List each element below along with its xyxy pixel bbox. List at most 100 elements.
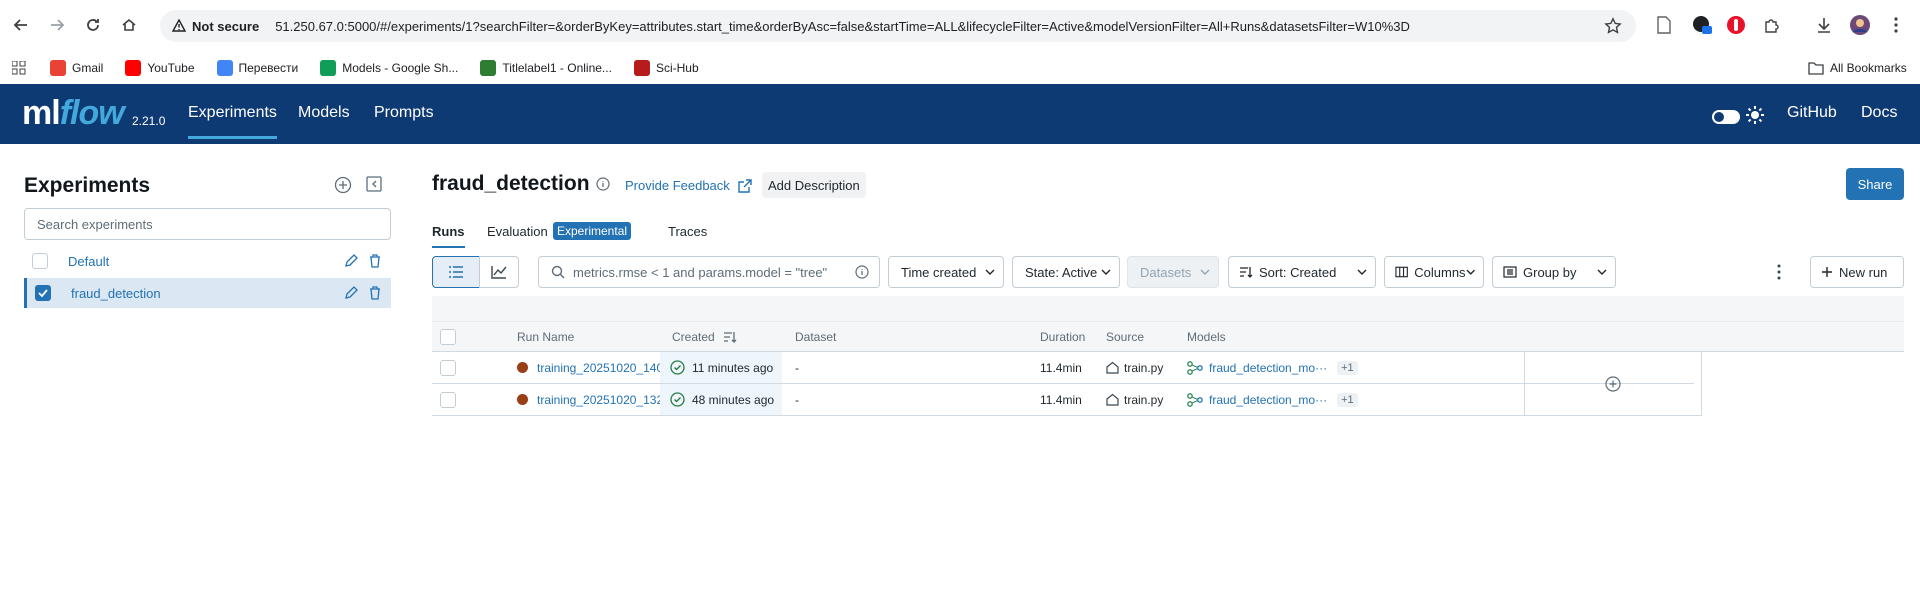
new-run-button[interactable]: New run [1810,256,1904,288]
security-indicator[interactable]: Not secure [172,19,259,34]
nav-docs[interactable]: Docs [1861,104,1897,122]
theme-toggle[interactable] [1712,110,1740,124]
experiment-item-fraud-detection[interactable]: fraud_detection [24,278,391,308]
line-chart-icon [491,266,507,279]
source-cell[interactable]: train.py [1106,384,1163,415]
col-duration[interactable]: Duration [1040,322,1085,352]
nav-prompts[interactable]: Prompts [374,104,434,122]
columns-dropdown[interactable]: Columns [1384,256,1484,288]
experiment-name[interactable]: Default [68,254,343,269]
download-icon[interactable] [1812,13,1836,37]
more-models-badge[interactable]: +1 [1337,360,1358,375]
row-checkbox-cell [440,384,456,415]
collapse-sidebar-icon[interactable] [366,176,386,196]
trash-icon[interactable] [367,253,383,269]
chart-view-button[interactable] [479,256,519,288]
home-icon [1106,361,1119,374]
home-icon[interactable] [116,12,142,38]
time-created-dropdown[interactable]: Time created [888,256,1004,288]
forward-icon[interactable] [44,12,70,38]
run-name-link[interactable]: training_20251020_1329 [537,393,670,407]
add-description-button[interactable]: Add Description [762,172,866,198]
logo-flow: flow [59,94,125,132]
col-created[interactable]: Created [672,322,737,352]
bookmark-item[interactable]: Titlelabel1 - Online... [480,60,612,76]
group-by-label: Group by [1523,264,1577,280]
col-source[interactable]: Source [1106,322,1144,352]
nav-models[interactable]: Models [298,104,350,122]
chevron-down-icon [985,269,995,275]
runs-search-box[interactable] [538,256,880,288]
trash-icon[interactable] [367,285,383,301]
sun-icon[interactable] [1746,106,1764,124]
row-checkbox[interactable] [440,359,456,376]
experiment-item-default[interactable]: Default [24,246,391,276]
tab-evaluation[interactable]: Evaluation [487,224,548,239]
tab-traces[interactable]: Traces [668,224,707,239]
back-icon[interactable] [8,12,34,38]
info-icon[interactable] [855,265,869,279]
created-value: 11 minutes ago [692,360,774,375]
profile-avatar[interactable] [1848,13,1872,37]
all-bookmarks-folder[interactable]: All Bookmarks [1808,61,1907,75]
model-link[interactable]: fraud_detection_mo··· [1209,393,1327,407]
new-run-label: New run [1839,264,1888,280]
col-models[interactable]: Models [1187,322,1226,352]
menu-dots-icon[interactable] [1884,13,1908,37]
bookmark-item[interactable]: Gmail [50,60,103,76]
list-view-button[interactable] [432,256,480,288]
run-name-link[interactable]: training_20251020_1404 [537,361,670,375]
experiment-checkbox[interactable] [32,253,48,269]
datasets-dropdown[interactable]: Datasets [1127,256,1219,288]
more-options-icon[interactable] [1777,264,1781,280]
header-checkbox[interactable] [440,329,456,345]
edit-icon[interactable] [343,285,359,301]
table-row[interactable]: training_20251020_1404 11 minutes ago - … [432,352,1694,384]
model-link[interactable]: fraud_detection_mo··· [1209,361,1327,375]
run-color-dot[interactable] [517,394,528,405]
bookmark-item[interactable]: Models - Google Sh... [320,60,458,76]
apps-grid-icon[interactable] [12,61,26,75]
reload-icon[interactable] [80,12,106,38]
edit-icon[interactable] [343,253,359,269]
table-row[interactable]: training_20251020_1329 48 minutes ago - … [432,384,1694,416]
runs-search-input[interactable] [573,264,853,280]
address-bar[interactable]: Not secure 51.250.67.0:5000/#/experiment… [160,10,1636,42]
bookmark-label: Models - Google Sh... [342,61,459,75]
experiment-checkbox[interactable] [35,285,51,301]
state-dropdown[interactable]: State: Active [1012,256,1120,288]
provide-feedback-link[interactable]: Provide Feedback [625,178,752,193]
extension-shield-icon[interactable] [1724,13,1748,37]
row-checkbox[interactable] [440,391,456,408]
youtube-icon [125,60,142,76]
add-experiment-icon[interactable] [334,176,354,196]
sort-dropdown[interactable]: Sort: Created [1228,256,1376,288]
share-button[interactable]: Share [1846,168,1904,200]
bookmark-item[interactable]: Перевести [216,60,298,76]
more-models-badge[interactable]: +1 [1337,392,1358,407]
run-color-dot[interactable] [517,362,528,373]
select-all-checkbox[interactable] [440,322,456,352]
bookmark-item[interactable]: Sci-Hub [633,60,699,76]
extension-globe-icon[interactable] [1690,13,1714,37]
col-run-name[interactable]: Run Name [517,322,574,352]
mlflow-logo[interactable]: mlflow [22,96,125,130]
experiment-name[interactable]: fraud_detection [71,286,343,301]
run-name-cell: training_20251020_1404 [517,352,670,383]
document-icon[interactable] [1652,13,1676,37]
nav-github[interactable]: GitHub [1787,104,1837,122]
url-text[interactable]: 51.250.67.0:5000/#/experiments/1?searchF… [275,19,1515,34]
bookmark-item[interactable]: YouTube [125,60,195,76]
bookmark-star-icon[interactable] [1604,17,1622,35]
add-column-icon[interactable] [1605,375,1621,392]
search-experiments-input[interactable] [24,208,391,240]
info-icon[interactable] [596,177,610,191]
nav-experiments[interactable]: Experiments [188,104,277,139]
group-by-dropdown[interactable]: Group by [1492,256,1616,288]
col-dataset[interactable]: Dataset [795,322,836,352]
tab-runs[interactable]: Runs [432,224,465,248]
gmail-icon [50,60,66,76]
extensions-puzzle-icon[interactable] [1760,13,1784,37]
bookmark-label: Sci-Hub [655,61,699,75]
source-cell[interactable]: train.py [1106,352,1163,383]
